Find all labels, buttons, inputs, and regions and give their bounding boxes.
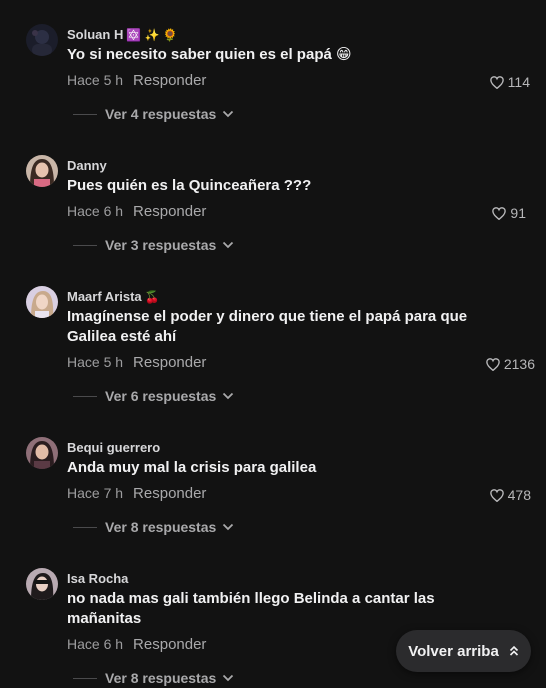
avatar[interactable] <box>26 437 58 469</box>
comment-text: Anda muy mal la crisis para galilea <box>67 459 317 476</box>
avatar[interactable] <box>26 24 58 56</box>
comment-text: no nada mas gali también llego Belinda a… <box>67 590 435 627</box>
comments-panel: Soluan H 🔯 ✨ 🌻 Yo si necesito saber quien… <box>0 0 546 688</box>
heart-icon <box>492 206 507 220</box>
comment-meta: Hace 5 h Responder <box>67 354 206 371</box>
comment-username[interactable]: Isa Rocha <box>67 571 131 586</box>
reply-button[interactable]: Responder <box>133 354 206 371</box>
view-replies-button[interactable]: Ver 8 respuestas <box>73 670 234 686</box>
comment-meta: Hace 6 h Responder <box>67 203 206 220</box>
divider <box>73 244 97 246</box>
username-badges: 🔯 ✨ 🌻 <box>126 28 178 42</box>
comment-text: Yo si necesito saber quien es el papá 😁 <box>67 46 352 63</box>
double-chevron-up-icon <box>509 645 518 656</box>
comment-username[interactable]: Maarf Arista 🍒 <box>67 289 160 304</box>
username-text: Soluan H <box>67 27 124 42</box>
comment-time: Hace 5 h <box>67 72 124 88</box>
reply-button[interactable]: Responder <box>133 485 206 502</box>
comment-time: Hace 6 h <box>67 636 124 652</box>
view-replies-button[interactable]: Ver 4 respuestas <box>73 106 234 122</box>
heart-icon <box>486 357 500 371</box>
comment-text: Imagínense el poder y dinero que tiene e… <box>67 308 468 345</box>
reply-button[interactable]: Responder <box>133 636 206 653</box>
chevron-down-icon <box>223 241 234 249</box>
like-count: 114 <box>507 74 530 90</box>
comment-meta: Hace 7 h Responder <box>67 485 206 502</box>
heart-icon <box>489 75 504 89</box>
back-to-top-label: Volver arriba <box>408 642 499 660</box>
comment-time: Hace 5 h <box>67 354 124 370</box>
comment-text: Pues quién es la Quinceañera ??? <box>67 177 312 194</box>
heart-icon <box>489 488 504 502</box>
comment-time: Hace 6 h <box>67 203 124 219</box>
chevron-down-icon <box>223 674 234 682</box>
comment-time: Hace 7 h <box>67 485 124 501</box>
divider <box>73 526 97 528</box>
divider <box>73 677 97 679</box>
divider <box>73 113 97 115</box>
chevron-down-icon <box>223 523 234 531</box>
view-replies-button[interactable]: Ver 6 respuestas <box>73 388 234 404</box>
like-count: 91 <box>510 205 526 221</box>
like-button[interactable]: 114 <box>489 74 530 90</box>
username-badges: 🍒 <box>144 290 160 304</box>
chevron-down-icon <box>223 392 234 400</box>
comment-username[interactable]: Soluan H 🔯 ✨ 🌻 <box>67 27 178 42</box>
username-text: Danny <box>67 158 107 173</box>
chevron-down-icon <box>223 110 234 118</box>
like-count: 2136 <box>503 356 535 372</box>
view-replies-label: Ver 8 respuestas <box>105 519 217 535</box>
view-replies-button[interactable]: Ver 8 respuestas <box>73 519 234 535</box>
reply-button[interactable]: Responder <box>133 72 206 89</box>
view-replies-label: Ver 8 respuestas <box>105 670 217 686</box>
view-replies-label: Ver 4 respuestas <box>105 106 217 122</box>
comment-meta: Hace 5 h Responder <box>67 72 206 89</box>
avatar[interactable] <box>26 286 58 318</box>
like-count: 478 <box>507 487 531 503</box>
like-button[interactable]: 478 <box>489 487 531 503</box>
username-text: Isa Rocha <box>67 571 129 586</box>
divider <box>73 395 97 397</box>
back-to-top-button[interactable]: Volver arriba <box>396 630 531 672</box>
username-text: Maarf Arista <box>67 289 142 304</box>
view-replies-label: Ver 6 respuestas <box>105 388 217 404</box>
like-button[interactable]: 91 <box>492 205 526 221</box>
avatar[interactable] <box>26 568 58 600</box>
avatar[interactable] <box>26 155 58 187</box>
comment-username[interactable]: Danny <box>67 158 110 173</box>
view-replies-label: Ver 3 respuestas <box>105 237 217 253</box>
view-replies-button[interactable]: Ver 3 respuestas <box>73 237 234 253</box>
username-text: Bequi guerrero <box>67 440 161 455</box>
comment-meta: Hace 6 h Responder <box>67 636 206 653</box>
comment-username[interactable]: Bequi guerrero <box>67 440 163 455</box>
reply-button[interactable]: Responder <box>133 203 206 220</box>
like-button[interactable]: 2136 <box>486 356 535 372</box>
